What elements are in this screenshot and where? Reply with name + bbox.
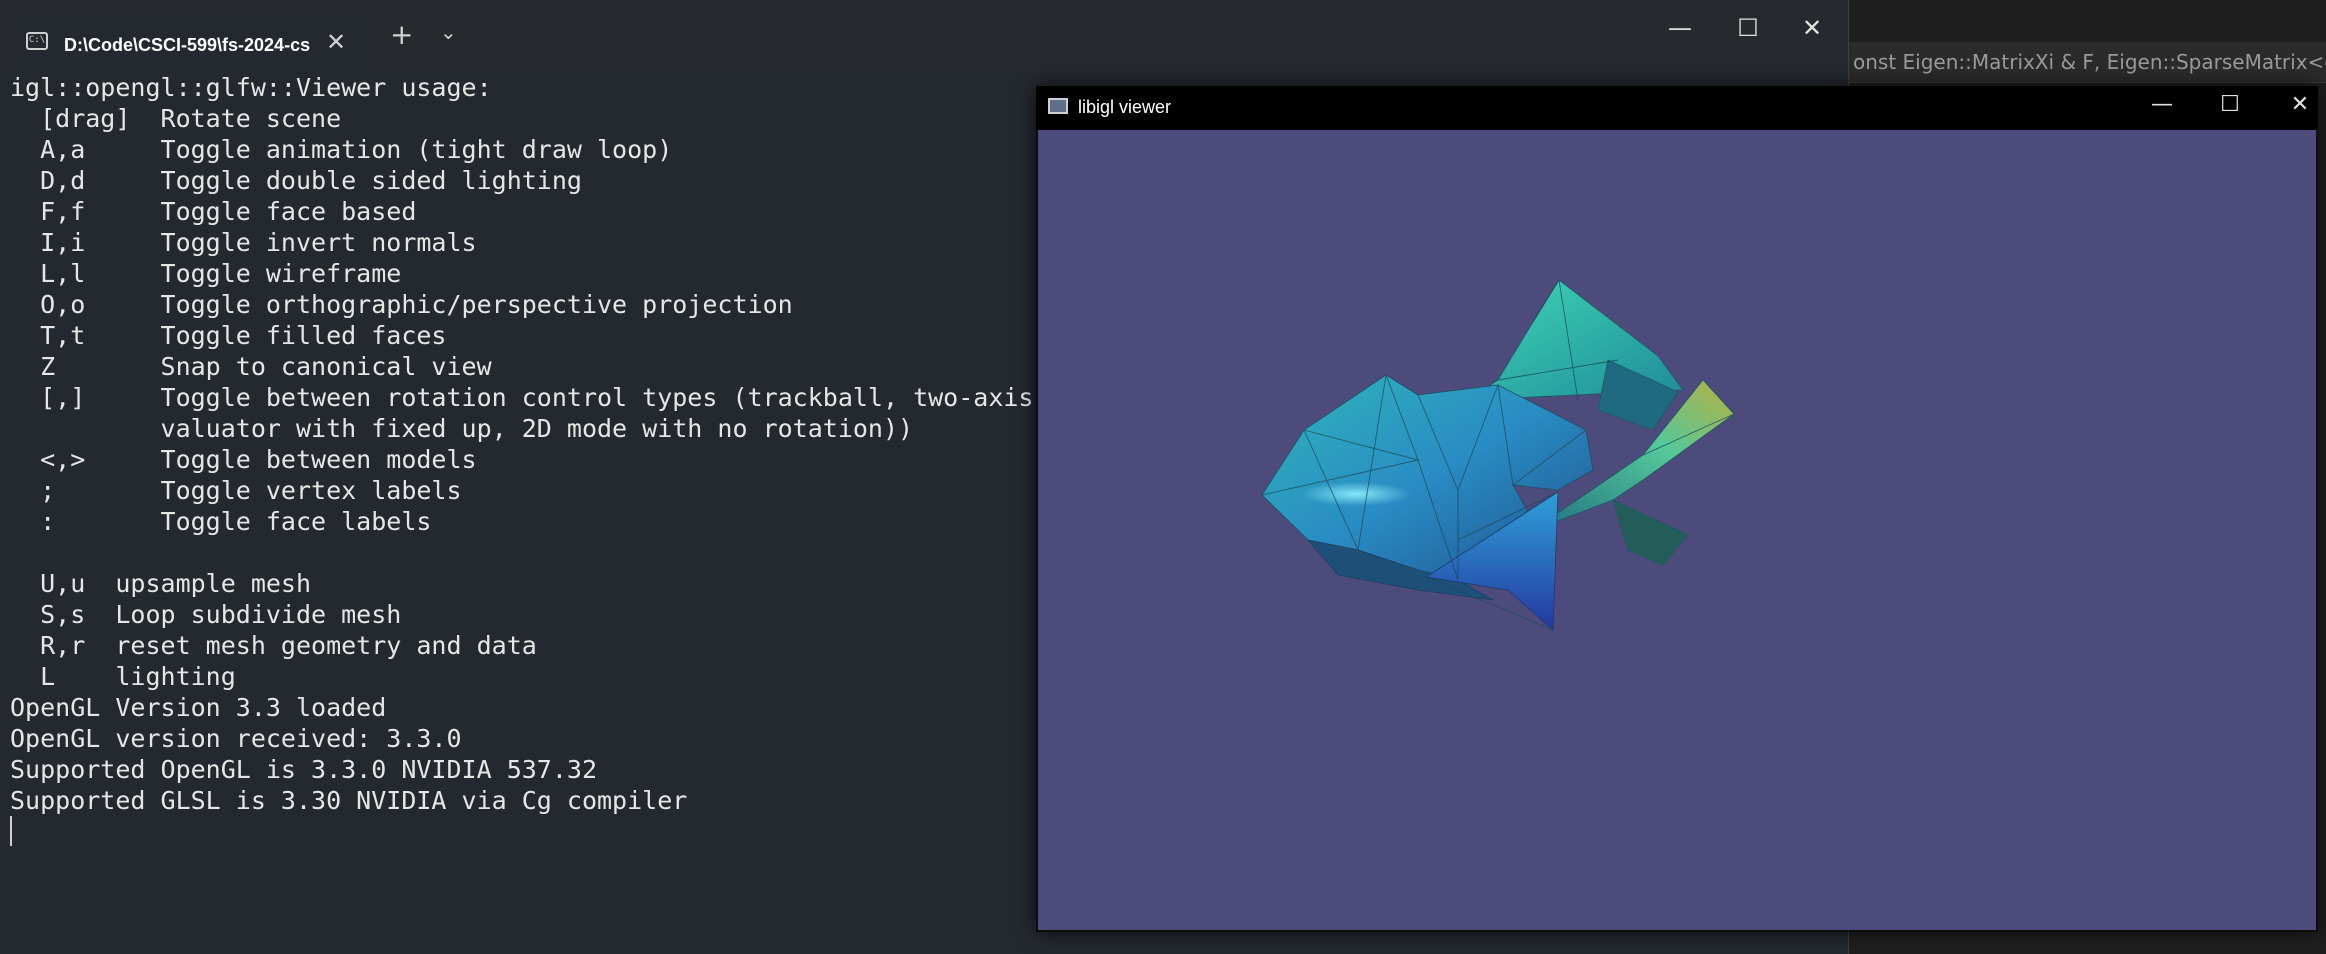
terminal-line: F,f Toggle face based [10, 197, 417, 226]
new-tab-button[interactable]: + [390, 18, 413, 51]
terminal-line: : Toggle face labels [10, 507, 432, 536]
libigl-viewer-window: libigl viewer — ☐ ✕ [1036, 86, 2318, 932]
chevron-down-icon[interactable]: ⌄ [440, 20, 457, 44]
terminal-line: A,a Toggle animation (tight draw loop) [10, 135, 673, 164]
terminal-line: S,s Loop subdivide mesh [10, 600, 402, 629]
terminal-line: L lighting [10, 662, 236, 691]
terminal-line: OpenGL version received: 3.3.0 [10, 724, 462, 753]
viewer-titlebar[interactable]: libigl viewer — ☐ ✕ [1036, 86, 2318, 130]
terminal-line: [drag] Rotate scene [10, 104, 342, 133]
terminal-line: Z Snap to canonical view [10, 352, 492, 381]
viewer-close-button[interactable]: ✕ [2280, 92, 2320, 117]
terminal-line: R,r reset mesh geometry and data [10, 631, 537, 660]
terminal-line: I,i Toggle invert normals [10, 228, 477, 257]
mesh-face [1612, 499, 1689, 566]
mesh-render [1261, 279, 1735, 631]
terminal-line: ; Toggle vertex labels [10, 476, 462, 505]
terminal-line: Supported OpenGL is 3.3.0 NVIDIA 537.32 [10, 755, 597, 784]
terminal-line: [,] Toggle between rotation control type… [10, 383, 1034, 412]
maximize-button[interactable]: ☐ [1728, 14, 1768, 42]
viewer-maximize-button[interactable]: ☐ [2210, 92, 2250, 117]
minimize-button[interactable]: — [1660, 14, 1700, 42]
terminal-line: O,o Toggle orthographic/perspective proj… [10, 290, 793, 319]
terminal-line: U,u upsample mesh [10, 569, 312, 598]
terminal-line: Supported GLSL is 3.30 NVIDIA via Cg com… [10, 786, 688, 815]
editor-code-text: onst Eigen::MatrixXi & F, Eigen::SparseM… [1853, 50, 2326, 74]
3d-viewport[interactable] [1038, 130, 2316, 930]
terminal-line: D,d Toggle double sided lighting [10, 166, 582, 195]
terminal-output[interactable]: igl::opengl::glfw::Viewer usage: [drag] … [10, 72, 1034, 816]
terminal-line: L,l Toggle wireframe [10, 259, 402, 288]
close-button[interactable]: ✕ [1792, 14, 1832, 42]
terminal-cursor [10, 816, 12, 846]
terminal-line: igl::opengl::glfw::Viewer usage: [10, 73, 492, 102]
specular-highlight [1301, 482, 1411, 506]
tab-title: D:\Code\CSCI-599\fs-2024-cs [64, 35, 311, 55]
terminal-line: OpenGL Version 3.3 loaded [10, 693, 387, 722]
terminal-line: T,t Toggle filled faces [10, 321, 447, 350]
viewer-app-icon [1048, 98, 1068, 114]
terminal-line: valuator with fixed up, 2D mode with no … [10, 414, 914, 443]
tab-close-icon[interactable]: ✕ [326, 28, 346, 56]
terminal-tab[interactable]: C:\ D:\Code\CSCI-599\fs-2024-cs ✕ [8, 10, 366, 72]
viewer-title: libigl viewer [1078, 97, 1172, 117]
viewer-minimize-button[interactable]: — [2142, 92, 2182, 117]
terminal-line: <,> Toggle between models [10, 445, 477, 474]
terminal-icon: C:\ [26, 32, 48, 50]
terminal-titlebar: C:\ D:\Code\CSCI-599\fs-2024-cs ✕ + ⌄ — … [0, 0, 1848, 72]
